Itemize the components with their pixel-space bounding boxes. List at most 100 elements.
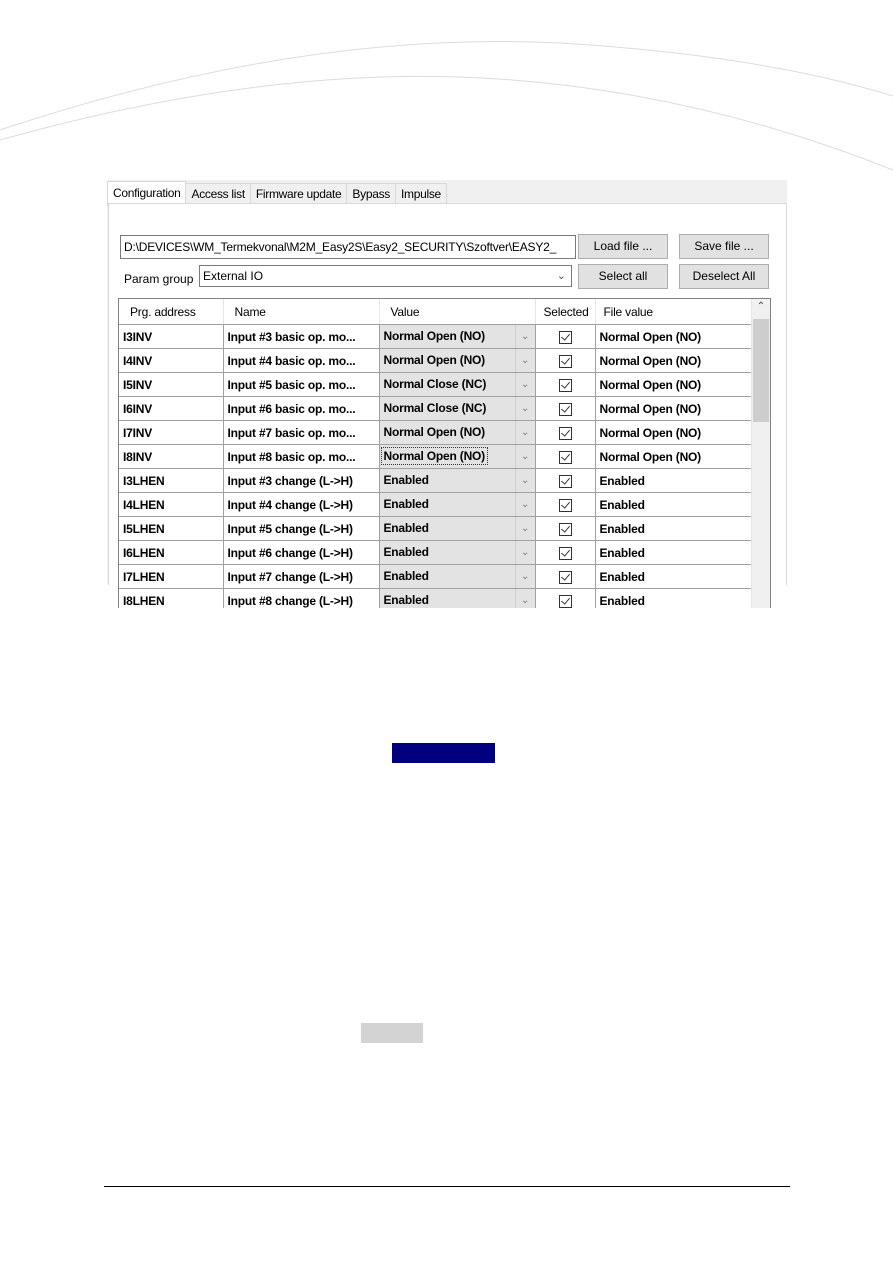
column-header-value[interactable]: Value (379, 299, 536, 325)
file-value-cell[interactable]: Enabled (595, 540, 754, 565)
name-cell[interactable]: Input #7 change (L->H) (223, 564, 380, 589)
file-value-cell[interactable]: Enabled (595, 516, 754, 541)
checkbox-checked-icon[interactable] (558, 594, 572, 608)
checkbox-checked-icon[interactable] (558, 402, 572, 416)
name-cell[interactable]: Input #7 basic op. mo... (223, 420, 380, 445)
checkbox-checked-icon[interactable] (558, 522, 572, 536)
selected-cell[interactable] (535, 492, 596, 517)
name-cell[interactable]: Input #8 basic op. mo... (223, 444, 380, 469)
file-value-cell[interactable]: Normal Open (NO) (595, 420, 754, 445)
column-header-selected[interactable]: Selected (535, 299, 596, 325)
save-file-button[interactable]: Save file ... (679, 234, 769, 259)
prg-address-cell[interactable]: I6LHEN (119, 540, 224, 565)
prg-address-cell[interactable]: I6INV (119, 396, 224, 421)
checkbox-checked-icon[interactable] (558, 570, 572, 584)
name-cell[interactable]: Input #6 basic op. mo... (223, 396, 380, 421)
load-file-button[interactable]: Load file ... (578, 234, 668, 259)
value-dropdown[interactable]: Enabled ⌄ (379, 564, 536, 589)
value-dropdown[interactable]: Normal Close (NC) ⌄ (379, 396, 536, 421)
file-value-cell[interactable]: Enabled (595, 492, 754, 517)
file-value-cell[interactable]: Normal Open (NO) (595, 348, 754, 373)
chevron-down-icon[interactable]: ⌄ (514, 325, 535, 348)
checkbox-checked-icon[interactable] (558, 546, 572, 560)
chevron-down-icon[interactable]: ⌄ (514, 469, 535, 492)
value-dropdown[interactable]: Normal Open (NO) ⌄ (379, 324, 536, 349)
value-dropdown[interactable]: Enabled ⌄ (379, 516, 536, 541)
chevron-down-icon[interactable]: ⌄ (557, 266, 566, 286)
table-row[interactable]: I6INV Input #6 basic op. mo... Normal Clos… (119, 396, 754, 421)
chevron-down-icon[interactable]: ⌄ (514, 541, 535, 564)
column-header-name[interactable]: Name (223, 299, 380, 325)
chevron-down-icon[interactable]: ⌄ (514, 589, 535, 608)
file-value-cell[interactable]: Normal Open (NO) (595, 444, 754, 469)
checkbox-checked-icon[interactable] (558, 426, 572, 440)
table-row[interactable]: I8INV Input #8 basic op. mo... Normal Open… (119, 444, 754, 469)
table-row[interactable]: I3LHEN Input #3 change (L->H) Enabled ⌄ Enab… (119, 468, 754, 493)
value-dropdown[interactable]: Enabled ⌄ (379, 588, 536, 608)
selected-cell[interactable] (535, 564, 596, 589)
file-value-cell[interactable]: Normal Open (NO) (595, 324, 754, 349)
prg-address-cell[interactable]: I5LHEN (119, 516, 224, 541)
param-group-select[interactable]: External IO ⌄ (199, 265, 572, 287)
chevron-down-icon[interactable]: ⌄ (514, 493, 535, 516)
prg-address-cell[interactable]: I3LHEN (119, 468, 224, 493)
name-cell[interactable]: Input #5 basic op. mo... (223, 372, 380, 397)
value-dropdown[interactable]: Enabled ⌄ (379, 468, 536, 493)
file-path-input[interactable]: D:\DEVICES\WM_Termekvonal\M2M_Easy2S\Eas… (120, 235, 576, 259)
tab-impulse[interactable]: Impulse (394, 183, 447, 205)
selected-cell[interactable] (535, 396, 596, 421)
chevron-down-icon[interactable]: ⌄ (514, 565, 535, 588)
prg-address-cell[interactable]: I7INV (119, 420, 224, 445)
selected-cell[interactable] (535, 348, 596, 373)
prg-address-cell[interactable]: I5INV (119, 372, 224, 397)
prg-address-cell[interactable]: I8LHEN (119, 588, 224, 608)
tab-firmware-update[interactable]: Firmware update (249, 183, 348, 205)
selected-cell[interactable] (535, 468, 596, 493)
selected-cell[interactable] (535, 372, 596, 397)
table-row[interactable]: I4INV Input #4 basic op. mo... Normal Open… (119, 348, 754, 373)
deselect-all-button[interactable]: Deselect All (679, 264, 769, 289)
chevron-down-icon[interactable]: ⌄ (514, 445, 535, 468)
tab-bypass[interactable]: Bypass (346, 183, 396, 205)
table-row[interactable]: I7LHEN Input #7 change (L->H) Enabled ⌄ Enab… (119, 564, 754, 589)
chevron-up-icon[interactable]: ⌃ (752, 301, 770, 317)
chevron-down-icon[interactable]: ⌄ (514, 517, 535, 540)
prg-address-cell[interactable]: I4LHEN (119, 492, 224, 517)
table-row[interactable]: I7INV Input #7 basic op. mo... Normal Open… (119, 420, 754, 445)
table-row[interactable]: I3INV Input #3 basic op. mo... Normal Open… (119, 324, 754, 349)
tab-access-list[interactable]: Access list (185, 183, 251, 205)
value-dropdown[interactable]: Normal Open (NO) ⌄ (379, 348, 536, 373)
file-value-cell[interactable]: Enabled (595, 564, 754, 589)
checkbox-checked-icon[interactable] (558, 354, 572, 368)
table-row[interactable]: I4LHEN Input #4 change (L->H) Enabled ⌄ Enab… (119, 492, 754, 517)
prg-address-cell[interactable]: I3INV (119, 324, 224, 349)
chevron-down-icon[interactable]: ⌄ (514, 421, 535, 444)
file-value-cell[interactable]: Normal Open (NO) (595, 372, 754, 397)
name-cell[interactable]: Input #8 change (L->H) (223, 588, 380, 608)
scrollbar-thumb[interactable] (753, 319, 769, 422)
value-dropdown[interactable]: Normal Close (NC) ⌄ (379, 372, 536, 397)
value-dropdown[interactable]: Enabled ⌄ (379, 492, 536, 517)
selected-cell[interactable] (535, 444, 596, 469)
file-value-cell[interactable]: Normal Open (NO) (595, 396, 754, 421)
name-cell[interactable]: Input #5 change (L->H) (223, 516, 380, 541)
checkbox-checked-icon[interactable] (558, 330, 572, 344)
table-row[interactable]: I8LHEN Input #8 change (L->H) Enabled ⌄ Enab… (119, 588, 754, 608)
name-cell[interactable]: Input #6 change (L->H) (223, 540, 380, 565)
select-all-button[interactable]: Select all (578, 264, 668, 289)
vertical-scrollbar[interactable]: ⌃ (751, 299, 770, 608)
checkbox-checked-icon[interactable] (558, 378, 572, 392)
table-row[interactable]: I5LHEN Input #5 change (L->H) Enabled ⌄ Enab… (119, 516, 754, 541)
checkbox-checked-icon[interactable] (558, 450, 572, 464)
value-dropdown[interactable]: Normal Open (NO) ⌄ (379, 420, 536, 445)
selected-cell[interactable] (535, 516, 596, 541)
file-value-cell[interactable]: Enabled (595, 468, 754, 493)
chevron-down-icon[interactable]: ⌄ (514, 349, 535, 372)
value-dropdown[interactable]: Enabled ⌄ (379, 540, 536, 565)
selected-cell[interactable] (535, 540, 596, 565)
checkbox-checked-icon[interactable] (558, 474, 572, 488)
column-header-prg-address[interactable]: Prg. address (119, 299, 224, 325)
value-dropdown[interactable]: Normal Open (NO) ⌄ (379, 444, 536, 469)
column-header-file-value[interactable]: File value (595, 299, 754, 325)
table-row[interactable]: I6LHEN Input #6 change (L->H) Enabled ⌄ Enab… (119, 540, 754, 565)
